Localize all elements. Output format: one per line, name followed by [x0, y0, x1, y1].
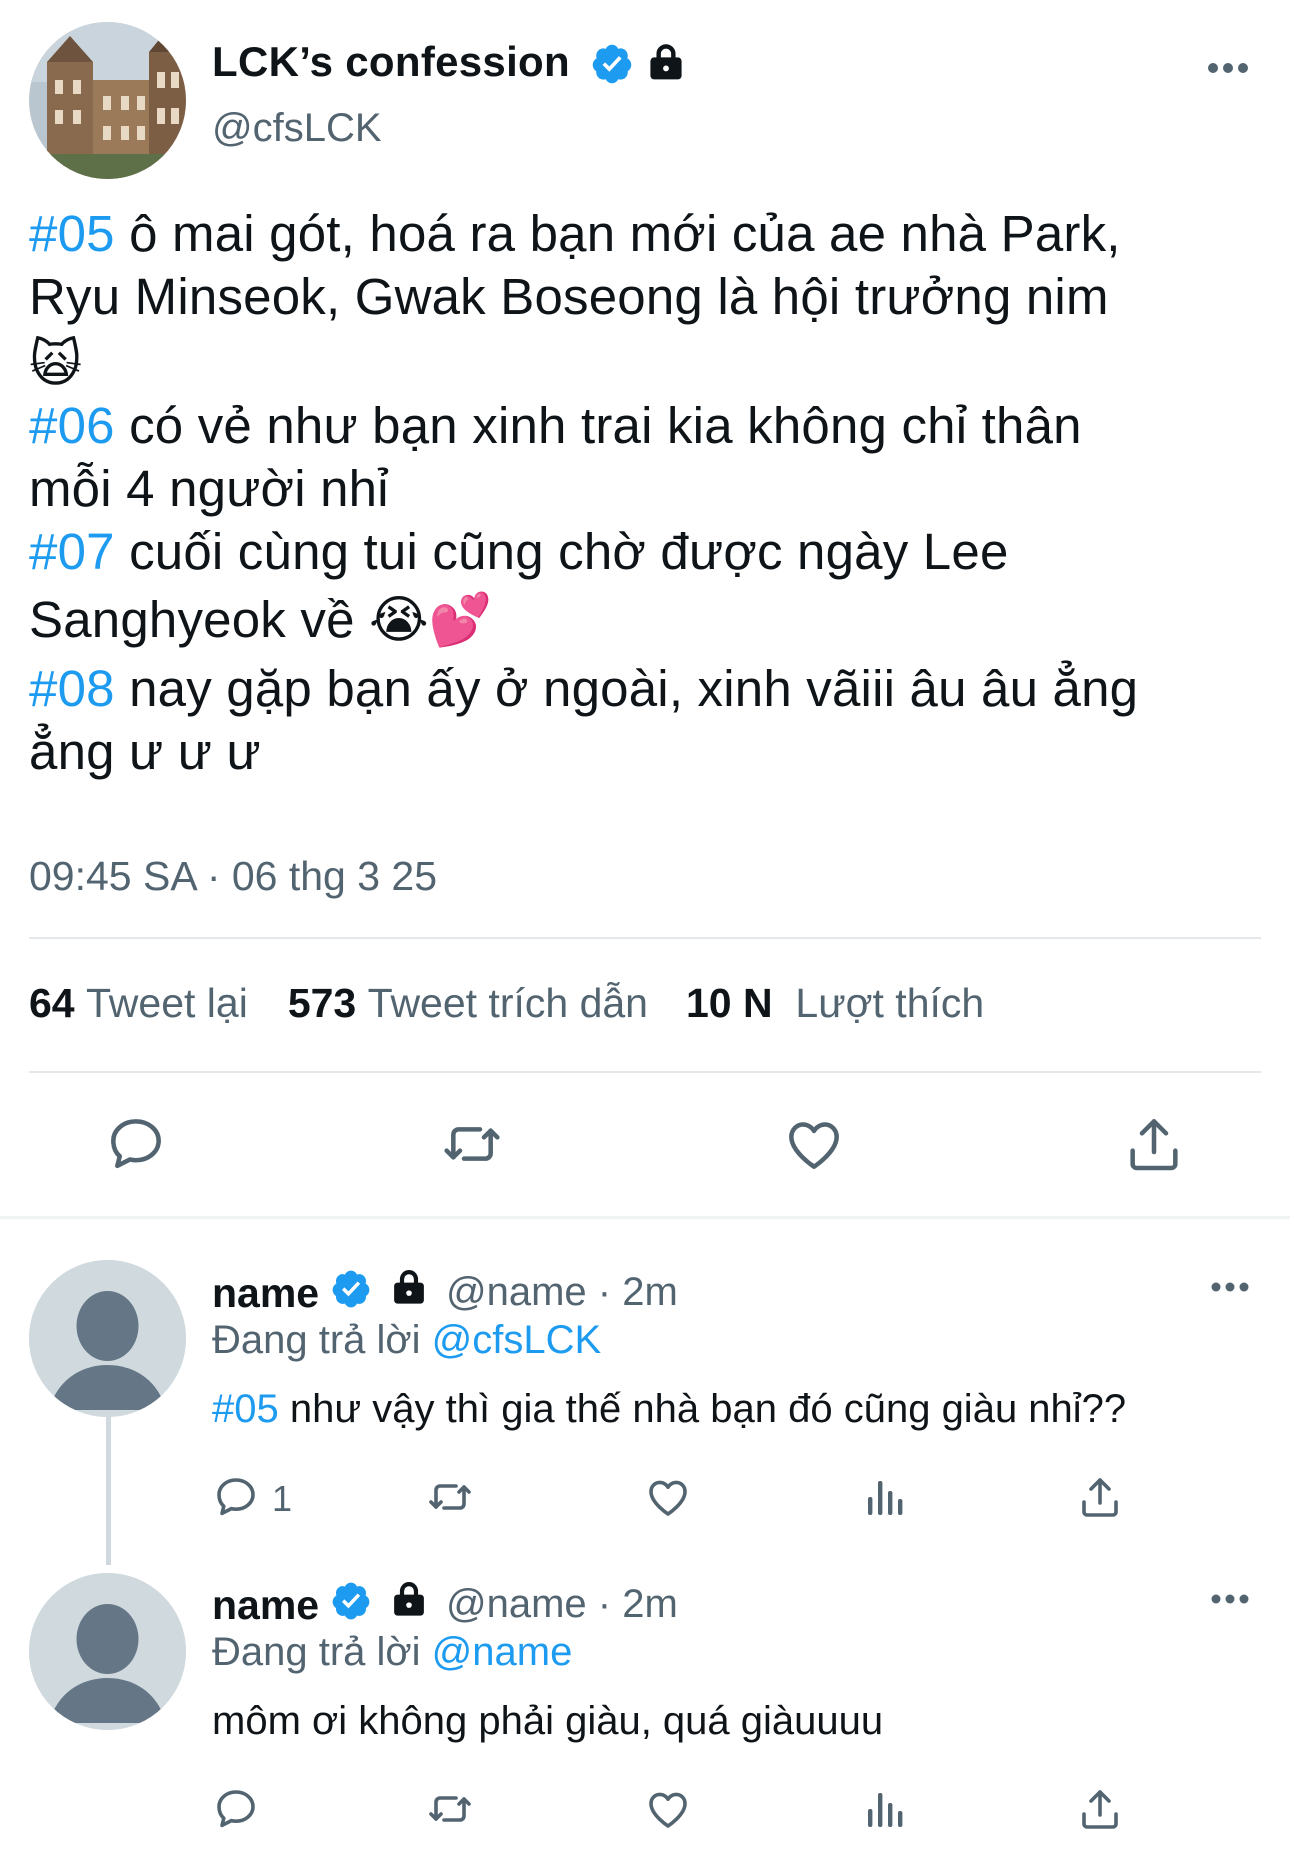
hashtag-link[interactable]: #05 — [29, 205, 115, 262]
replying-to: Đang trả lời @cfsLCK — [212, 1318, 601, 1363]
like-icon[interactable] — [644, 1473, 692, 1521]
likes-stat[interactable]: 10 N Lượt thích — [686, 980, 984, 1027]
divider — [29, 937, 1261, 939]
tweet-line: 🙀 — [29, 328, 1269, 398]
tweet-line: Ryu Minseok, Gwak Boseong là hội trưởng … — [29, 265, 1269, 328]
tweet-line-text: nay gặp bạn ấy ở ngoài, xinh vãiii âu âu… — [114, 660, 1139, 717]
retweets-stat[interactable]: 64 Tweet lại — [29, 980, 248, 1027]
verified-badge-icon — [590, 42, 634, 86]
more-icon[interactable] — [1204, 56, 1252, 80]
share-icon[interactable] — [1076, 1473, 1124, 1521]
replying-to-link[interactable]: @cfsLCK — [432, 1318, 602, 1362]
quotes-count: 573 — [287, 980, 357, 1026]
hashtag-link[interactable]: #07 — [29, 523, 115, 580]
more-icon[interactable] — [1208, 1276, 1252, 1298]
emoji: 🙀 — [29, 334, 83, 392]
author-avatar[interactable] — [29, 22, 186, 179]
reply-text-content: môm ơi không phải giàu, quá giàuuuu — [212, 1699, 884, 1743]
quotes-label: Tweet trích dẫn — [367, 980, 648, 1026]
tweet-line-text: cuối cùng tui cũng chờ được ngày Lee — [114, 523, 1009, 580]
retweets-label: Tweet lại — [86, 980, 248, 1026]
tweet-text: #05 ô mai gót, hoá ra bạn mới của ae nhà… — [29, 202, 1269, 783]
tweet-line: #08 nay gặp bạn ấy ở ngoài, xinh vãiii â… — [29, 657, 1269, 720]
tweet-line: #05 ô mai gót, hoá ra bạn mới của ae nhà… — [29, 202, 1269, 265]
emoji: 😭💕 — [369, 591, 493, 648]
reply-text: môm ơi không phải giàu, quá giàuuuu — [212, 1699, 883, 1744]
tweet-line-text: ô mai gót, hoá ra bạn mới của ae nhà Par… — [114, 205, 1121, 262]
replying-prefix: Đang trả lời — [212, 1630, 432, 1674]
retweet-icon[interactable] — [426, 1785, 474, 1833]
tweet-line-text: Sanghyeok về — [29, 591, 370, 648]
default-avatar-icon[interactable] — [29, 1573, 186, 1730]
hashtag-link[interactable]: #05 — [212, 1387, 279, 1431]
replying-prefix: Đang trả lời — [212, 1318, 432, 1362]
tweet-line: Sanghyeok về 😭💕 — [29, 583, 1269, 657]
replying-to-link[interactable]: @name — [432, 1630, 573, 1674]
lock-icon — [388, 1578, 430, 1620]
replying-to: Đang trả lời @name — [212, 1630, 572, 1675]
analytics-icon[interactable] — [860, 1785, 908, 1833]
retweet-icon[interactable] — [426, 1473, 474, 1521]
author-name[interactable]: LCK’s confession — [212, 38, 570, 86]
default-avatar-icon[interactable] — [29, 1260, 186, 1417]
reply-author-name[interactable]: name — [212, 1582, 319, 1629]
tweet-line-text: mỗi 4 người nhỉ — [29, 460, 389, 517]
likes-label: Lượt thích — [795, 980, 985, 1026]
like-icon[interactable] — [782, 1112, 846, 1176]
share-icon[interactable] — [1076, 1785, 1124, 1833]
tweet-line: mỗi 4 người nhỉ — [29, 457, 1269, 520]
more-icon[interactable] — [1208, 1588, 1252, 1610]
divider — [29, 1071, 1261, 1073]
reply-text: #05 như vậy thì gia thế nhà bạn đó cũng … — [212, 1387, 1126, 1432]
verified-badge-icon — [330, 1268, 372, 1310]
tweet-timestamp[interactable]: 09:45 SA · 06 thg 3 25 — [29, 853, 437, 900]
likes-count: 10 N — [685, 980, 773, 1026]
reply-icon[interactable] — [104, 1112, 168, 1176]
quotes-stat[interactable]: 573 Tweet trích dẫn — [288, 980, 648, 1027]
tweet-line: #07 cuối cùng tui cũng chờ được ngày Lee — [29, 520, 1269, 583]
tweet-line-text: có vẻ như bạn xinh trai kia không chỉ th… — [114, 397, 1082, 454]
lock-icon — [644, 40, 688, 84]
reply-author-name[interactable]: name — [212, 1270, 319, 1317]
share-icon[interactable] — [1122, 1112, 1186, 1176]
retweets-count: 64 — [29, 980, 75, 1026]
hashtag-link[interactable]: #06 — [29, 397, 115, 454]
tweet-line-text: Ryu Minseok, Gwak Boseong là hội trưởng … — [29, 268, 1109, 325]
reply-icon[interactable] — [212, 1473, 260, 1521]
reply-icon[interactable] — [212, 1785, 260, 1833]
reply-handle-time[interactable]: @name · 2m — [446, 1582, 678, 1627]
like-icon[interactable] — [644, 1785, 692, 1833]
reply-text-content: như vậy thì gia thế nhà bạn đó cũng giàu… — [278, 1387, 1127, 1431]
lock-icon — [388, 1266, 430, 1308]
reply-handle-time[interactable]: @name · 2m — [446, 1270, 678, 1315]
hashtag-link[interactable]: #08 — [29, 660, 115, 717]
analytics-icon[interactable] — [860, 1473, 908, 1521]
tweet-line: ẳng ư ư ư — [29, 720, 1269, 783]
author-handle[interactable]: @cfsLCK — [212, 106, 382, 151]
tweet-line: #06 có vẻ như bạn xinh trai kia không ch… — [29, 394, 1269, 457]
thread-line — [106, 1415, 111, 1565]
reply-count: 1 — [272, 1478, 293, 1519]
tweet-stats: 64 Tweet lại 573 Tweet trích dẫn 10 N Lư… — [29, 980, 984, 1027]
verified-badge-icon — [330, 1580, 372, 1622]
retweet-icon[interactable] — [440, 1112, 504, 1176]
section-divider — [0, 1216, 1290, 1219]
tweet-line-text: ẳng ư ư ư — [29, 723, 261, 780]
